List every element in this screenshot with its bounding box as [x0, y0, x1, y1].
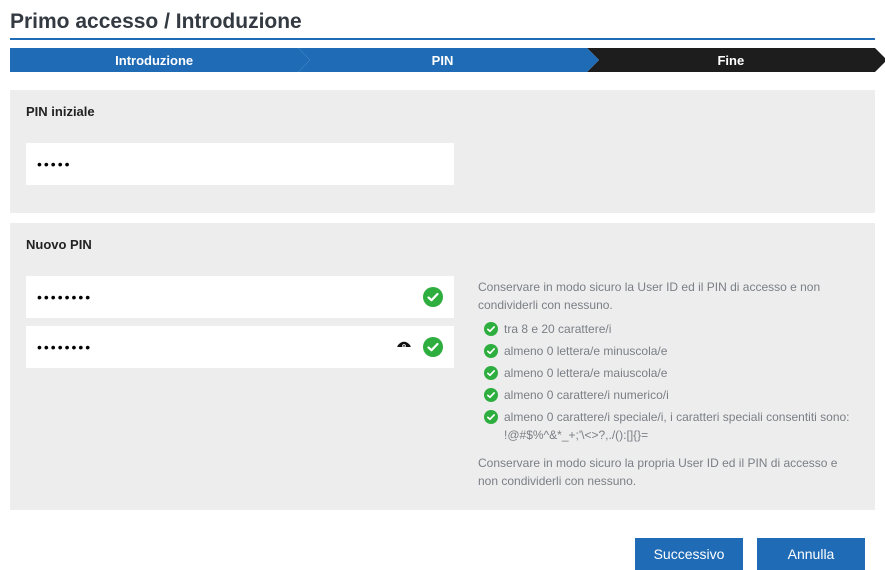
new-pin-input-wrapper [26, 276, 454, 318]
rule-item: almeno 0 lettera/e minuscola/e [484, 342, 859, 360]
step-label: PIN [298, 48, 586, 72]
initial-pin-label: PIN iniziale [26, 104, 859, 119]
check-icon [484, 410, 498, 424]
rule-item: tra 8 e 20 carattere/i [484, 320, 859, 338]
new-pin-label: Nuovo PIN [26, 237, 859, 252]
confirm-pin-input-wrapper [26, 326, 454, 368]
rule-text: almeno 0 carattere/i speciale/i, i carat… [504, 408, 859, 444]
step-fine: Fine [587, 48, 875, 72]
confirm-pin-input[interactable] [37, 339, 443, 355]
page-title: Primo accesso / Introduzione [10, 10, 875, 34]
pin-rules-list: tra 8 e 20 carattere/i almeno 0 lettera/… [484, 320, 859, 444]
step-label: Introduzione [10, 48, 298, 72]
eye-icon[interactable] [395, 338, 413, 356]
title-rule [10, 38, 875, 40]
pin-rules-panel: Conservare in modo sicuro la User ID ed … [478, 276, 859, 490]
check-icon [484, 388, 498, 402]
step-introduzione: Introduzione [10, 48, 298, 72]
cancel-button[interactable]: Annulla [757, 538, 865, 570]
step-pin: PIN [298, 48, 586, 72]
rule-text: almeno 0 lettera/e maiuscola/e [504, 364, 859, 382]
new-pin-panel: Nuovo PIN [10, 223, 875, 510]
footer-buttons: Successivo Annulla [10, 520, 875, 570]
rule-item: almeno 0 carattere/i numerico/i [484, 386, 859, 404]
initial-pin-input-wrapper [26, 143, 454, 185]
step-label: Fine [587, 48, 875, 72]
initial-pin-input[interactable] [37, 156, 443, 172]
rule-text: almeno 0 lettera/e minuscola/e [504, 342, 859, 360]
check-icon [484, 322, 498, 336]
check-icon [484, 344, 498, 358]
next-button[interactable]: Successivo [635, 538, 743, 570]
rules-intro-text: Conservare in modo sicuro la User ID ed … [478, 278, 859, 314]
stepper: Introduzione PIN Fine [10, 48, 875, 72]
check-icon [423, 337, 443, 357]
initial-pin-panel: PIN iniziale [10, 90, 875, 213]
rules-note-text: Conservare in modo sicuro la propria Use… [478, 454, 859, 490]
check-icon [484, 366, 498, 380]
check-icon [423, 287, 443, 307]
new-pin-input[interactable] [37, 289, 443, 305]
rule-text: tra 8 e 20 carattere/i [504, 320, 859, 338]
rule-item: almeno 0 carattere/i speciale/i, i carat… [484, 408, 859, 444]
rule-text: almeno 0 carattere/i numerico/i [504, 386, 859, 404]
rule-item: almeno 0 lettera/e maiuscola/e [484, 364, 859, 382]
